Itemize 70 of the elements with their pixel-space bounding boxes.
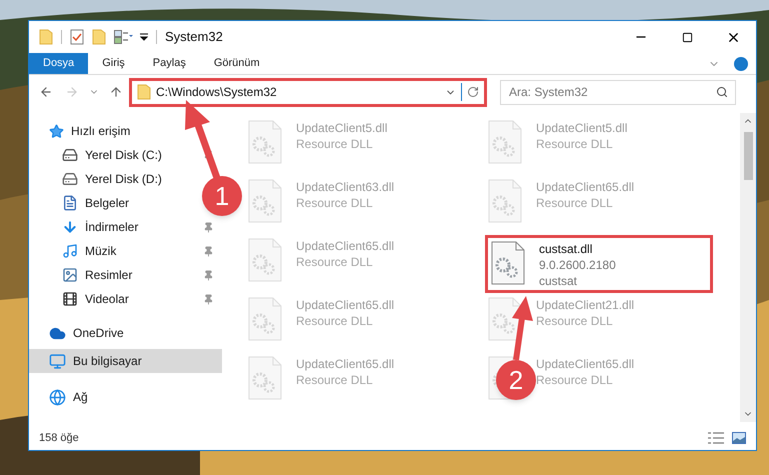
- sidebar-item[interactable]: Videolar: [29, 287, 222, 311]
- gear-file-icon: [488, 297, 522, 341]
- window-title: System32: [165, 28, 223, 46]
- sidebar-item[interactable]: İndirmeler: [29, 215, 222, 239]
- sidebar-item[interactable]: Ağ: [29, 385, 222, 409]
- ribbon-tab[interactable]: Paylaş: [138, 53, 200, 74]
- picture-icon: [62, 267, 78, 283]
- sidebar-item[interactable]: Resimler: [29, 263, 222, 287]
- sidebar-item[interactable]: Yerel Disk (D:): [29, 167, 166, 191]
- file-detail: 9.0.2600.2180: [539, 257, 616, 273]
- pin-icon[interactable]: [203, 222, 214, 232]
- annotation-arrow: [512, 296, 533, 360]
- file-detail: Resource DLL: [296, 136, 374, 152]
- gear-file-icon: [248, 179, 282, 223]
- search-field[interactable]: Ara: System32: [500, 80, 736, 104]
- refresh-icon[interactable]: [467, 86, 479, 98]
- pin-icon[interactable]: [203, 246, 214, 256]
- drive-icon: [62, 147, 78, 163]
- search-icon[interactable]: [716, 86, 728, 98]
- folder-icon: [39, 29, 53, 45]
- gear-file-icon: [248, 238, 282, 282]
- star-icon: [49, 124, 64, 138]
- music-icon: [62, 243, 78, 259]
- file-detail: Resource DLL: [536, 195, 614, 211]
- details-view-icon[interactable]: [708, 432, 724, 444]
- checklist-icon[interactable]: [70, 29, 84, 45]
- ribbon-tab[interactable]: Dosya: [29, 53, 88, 74]
- ribbon-tab[interactable]: Giriş: [88, 53, 139, 74]
- thumbnail-view-icon[interactable]: [732, 432, 746, 444]
- back-icon[interactable]: [39, 85, 53, 99]
- sidebar-item[interactable]: Hızlı erişim: [29, 119, 222, 143]
- file-detail: custsat: [539, 273, 578, 289]
- file-detail: Resource DLL: [296, 372, 374, 388]
- up-icon[interactable]: [109, 85, 123, 99]
- scrollbar-thumb[interactable]: [744, 132, 752, 180]
- sidebar-item[interactable]: OneDrive: [29, 321, 222, 345]
- file-detail: Resource DLL: [536, 313, 614, 329]
- maximize-icon: [682, 32, 692, 42]
- gear-file-icon: [248, 356, 282, 400]
- item-count: 158 öğe: [39, 430, 79, 446]
- pin-icon[interactable]: [203, 294, 214, 304]
- sidebar-item[interactable]: Bu bilgisayar: [29, 349, 222, 373]
- sidebar-item[interactable]: Belgeler: [29, 191, 134, 215]
- ribbon-tab[interactable]: Görünüm: [200, 53, 274, 74]
- folder-icon: [137, 84, 151, 100]
- file-detail: Resource DLL: [296, 195, 374, 211]
- gear-file-icon: [488, 120, 522, 164]
- gear-file-icon: [248, 120, 282, 164]
- file-name[interactable]: custsat.dll: [539, 241, 616, 257]
- customize-caret-icon[interactable]: [140, 33, 148, 41]
- file-detail: Resource DLL: [296, 254, 374, 270]
- network-icon: [49, 388, 66, 406]
- gear-file-icon: [488, 179, 522, 223]
- help-icon[interactable]: [734, 56, 748, 70]
- film-icon: [62, 291, 78, 307]
- document-icon: [62, 195, 78, 211]
- file-detail: Resource DLL: [536, 372, 614, 388]
- address-field[interactable]: C:\Windows\System32: [129, 78, 487, 106]
- gear-file-icon: [491, 241, 525, 285]
- gear-file-icon: [248, 297, 282, 341]
- pin-icon[interactable]: [203, 270, 214, 280]
- file-detail: Resource DLL: [296, 313, 374, 329]
- drive-icon: [62, 171, 78, 187]
- sidebar-item[interactable]: Müzik: [29, 239, 222, 263]
- computer-icon: [49, 352, 66, 370]
- properties-icon[interactable]: [114, 30, 134, 44]
- folder-icon: [92, 29, 106, 45]
- file-detail: Resource DLL: [536, 136, 614, 152]
- scrollbar[interactable]: [740, 113, 756, 422]
- download-icon: [62, 219, 78, 235]
